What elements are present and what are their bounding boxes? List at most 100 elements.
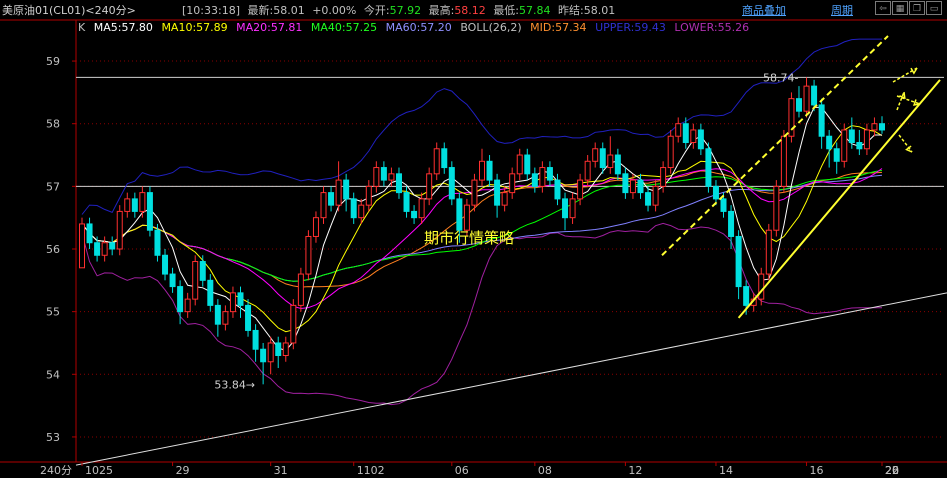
candle-body [328, 192, 335, 206]
candle-body [539, 167, 546, 187]
candle-body [516, 154, 523, 175]
candle-body [818, 104, 825, 137]
candle-body [720, 198, 727, 212]
candle-body [743, 286, 750, 306]
x-tick-label: 1102 [357, 464, 385, 477]
candle-body [728, 210, 735, 237]
x-tick-label: 31 [274, 464, 288, 477]
candle-body [660, 167, 667, 187]
candlestick-chart[interactable]: 58.74- 53.84→ 53 54 55 56 57 58 59 240分 1025 29 31… [0, 0, 947, 478]
candle-body [229, 292, 236, 313]
candle-body [848, 129, 855, 143]
candle-body [501, 192, 508, 206]
y-tick-label: 58 [46, 118, 60, 131]
candle-body [705, 148, 712, 187]
candle-body [199, 261, 206, 281]
candle-body [841, 129, 848, 162]
candle-body [192, 261, 199, 300]
candle-body [116, 210, 123, 250]
y-axis: 53 54 55 56 57 58 59 [46, 55, 76, 444]
candle-body [162, 254, 169, 275]
x-tick-label: 26 [885, 464, 899, 477]
x-tick-label: 06 [455, 464, 469, 477]
candle-body [645, 192, 652, 206]
candle-body [282, 342, 289, 356]
candle-body [290, 304, 297, 344]
candle-body [577, 179, 584, 200]
y-tick-label: 59 [46, 55, 60, 68]
candle-body [562, 198, 569, 219]
candle-body [343, 179, 350, 200]
candle-body [652, 185, 659, 206]
candle-body [297, 273, 304, 306]
candle-body [418, 198, 425, 219]
watermark-text: 期市行情策略 [424, 229, 514, 247]
candle-body [863, 129, 870, 150]
candle-body [207, 279, 214, 306]
y-tick-label: 53 [46, 431, 60, 444]
indicator-lines [81, 38, 883, 406]
candle-body [350, 198, 357, 219]
candle-body [380, 167, 387, 181]
candle-body [124, 198, 131, 212]
candle-body [305, 235, 312, 275]
candle-body [795, 98, 802, 112]
x-tick-label: 08 [538, 464, 552, 477]
candle-body [780, 135, 787, 187]
y-tick-label: 57 [46, 180, 60, 193]
candle-body [629, 179, 636, 194]
candle-body [267, 342, 274, 363]
candle-body [765, 229, 772, 275]
candle-body [524, 154, 531, 175]
candle-body [675, 123, 682, 137]
candle-body [395, 173, 402, 194]
candle-body [245, 304, 252, 331]
candle-body [697, 129, 704, 150]
candle-body [320, 192, 327, 219]
candle-body [222, 311, 229, 325]
candle-body [509, 173, 516, 194]
candle-body [871, 123, 878, 131]
candle-body [214, 304, 221, 325]
candle-body [403, 192, 410, 212]
candle-body [433, 148, 440, 175]
rising-support-line [737, 79, 941, 319]
candle-body [448, 167, 455, 200]
projection-arrow [896, 91, 905, 111]
candle-body [471, 179, 478, 206]
candle-body [456, 198, 463, 231]
candle-body [335, 179, 342, 206]
low-price-label: 53.84→ [214, 378, 255, 391]
candle-body [758, 273, 765, 300]
projection-arrow [892, 67, 918, 83]
candle-body [275, 342, 282, 356]
candle-body [614, 154, 621, 175]
candle-body [169, 273, 176, 288]
y-tick-label: 54 [46, 368, 60, 381]
candle-body [682, 123, 689, 143]
candle-body [184, 298, 191, 313]
candle-body [101, 242, 108, 256]
candle-body [803, 85, 810, 112]
candle-body [426, 173, 433, 200]
arrow-head-icon [910, 67, 918, 75]
candle-body [94, 242, 101, 256]
candle-body [773, 185, 780, 231]
x-axis: 240分 1025 29 31 1102 06 08 12 14 16 202226 [40, 462, 899, 477]
candle-body [856, 142, 863, 150]
candle-body [788, 98, 795, 137]
candle-body [86, 223, 93, 244]
high-price-label: 58.74- [763, 71, 798, 84]
candle-body [531, 173, 538, 187]
candle-body [373, 167, 380, 187]
candle-body [237, 292, 244, 306]
candle-body [177, 286, 184, 313]
candle-body [411, 210, 418, 219]
candle-body [358, 204, 365, 219]
x-tick-label: 1025 [85, 464, 113, 477]
candle-body [712, 185, 719, 200]
candle-body [131, 198, 138, 212]
candle-body [388, 173, 395, 181]
candle-body [365, 185, 372, 206]
candle-body [252, 329, 259, 350]
